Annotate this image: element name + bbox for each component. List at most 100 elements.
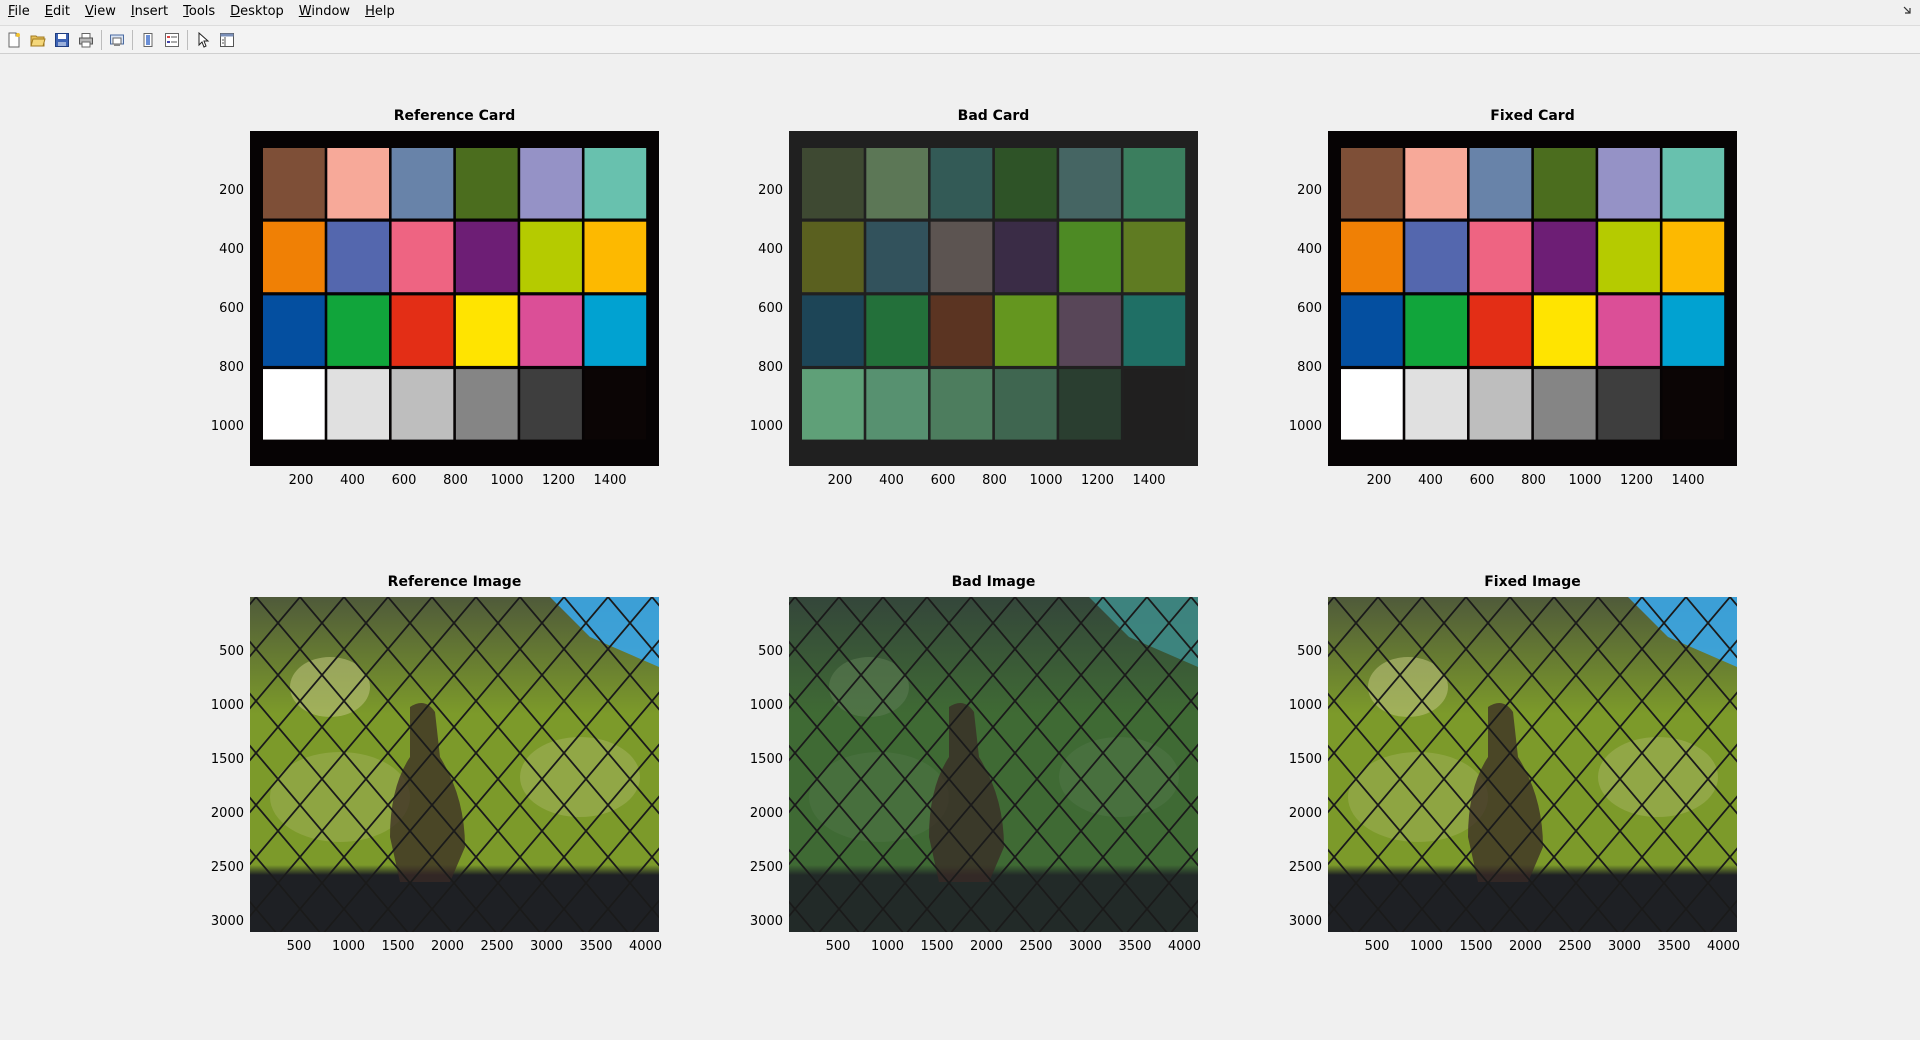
- pointer-icon[interactable]: [193, 30, 213, 50]
- menu-edit[interactable]: Edit: [37, 0, 77, 24]
- ref-card-axes[interactable]: Reference Card 200 400 600 800 1000 200 400 600 8…: [211, 108, 659, 488]
- color-patch: [994, 148, 1057, 219]
- menu-help[interactable]: Help: [357, 0, 402, 24]
- color-patch: [994, 221, 1057, 293]
- color-patch: [1341, 221, 1403, 293]
- figure-toolbar: [0, 25, 1920, 54]
- bad-image-axes[interactable]: Bad Image 500 1000 1500 2000 2500 3000 500 1000 1…: [750, 574, 1201, 954]
- menu-insert-label: Insert: [130, 4, 169, 19]
- menu-window-label: Window: [298, 4, 351, 19]
- x-tick-label: 1400: [1132, 473, 1166, 488]
- toolbar-separator: [132, 29, 133, 50]
- y-tick-label: 1500: [749, 752, 783, 767]
- x-tick-label: 4000: [1706, 939, 1741, 954]
- menu-help-label: Help: [365, 4, 395, 19]
- y-tick-label: 1000: [210, 698, 244, 713]
- color-patch: [263, 295, 325, 366]
- ref-card-title: Reference Card: [393, 108, 516, 124]
- dock-arrow-icon[interactable]: [1902, 4, 1914, 16]
- menu-desktop[interactable]: Desktop: [222, 0, 291, 24]
- y-tick-label: 600: [219, 301, 244, 316]
- menu-bar: File Edit View Insert Tools Desktop Wind…: [0, 0, 1920, 24]
- fixed-card-axes[interactable]: Fixed Card 200 400 600 800 1000 200 400 600 800 10…: [1289, 108, 1737, 488]
- color-patch: [391, 148, 454, 219]
- color-patch: [1598, 148, 1660, 219]
- color-patch: [1405, 221, 1467, 293]
- new-figure-icon[interactable]: [4, 30, 24, 50]
- color-patch: [1469, 148, 1532, 219]
- color-patch: [1405, 148, 1467, 219]
- x-tick-label: 1400: [593, 473, 627, 488]
- color-patch: [584, 221, 647, 293]
- legend-icon[interactable]: [162, 30, 182, 50]
- save-icon[interactable]: [52, 30, 72, 50]
- color-patch: [1123, 369, 1186, 440]
- open-file-icon[interactable]: [28, 30, 48, 50]
- color-patch: [866, 369, 928, 440]
- fixed-image-title: Fixed Image: [1484, 574, 1581, 590]
- y-tick-label: 200: [1297, 183, 1322, 198]
- color-patch: [1662, 221, 1725, 293]
- fixed-card-title: Fixed Card: [1490, 108, 1575, 124]
- color-patch: [327, 148, 389, 219]
- ref-image-axes[interactable]: Reference Image 500 1000 1500 2000 2500 3000 50…: [211, 574, 662, 954]
- y-tick-label: 2000: [749, 806, 783, 821]
- color-patch: [1059, 369, 1121, 440]
- x-tick-label: 1400: [1671, 473, 1705, 488]
- color-patch: [584, 369, 647, 440]
- color-patch: [1405, 369, 1467, 440]
- menu-view[interactable]: View: [77, 0, 123, 24]
- bad-card-axes[interactable]: Bad Card 200 400 600 800 1000 200 400 600 800 1000…: [750, 108, 1198, 488]
- menu-file[interactable]: File: [0, 0, 37, 24]
- color-patch: [1662, 369, 1725, 440]
- menu-file-label: File: [8, 4, 30, 19]
- print-preview-icon[interactable]: [107, 30, 127, 50]
- color-patch: [1533, 148, 1596, 219]
- y-tick-label: 1000: [1288, 698, 1322, 713]
- color-patch: [520, 221, 582, 293]
- y-tick-label: 600: [1297, 301, 1322, 316]
- fixed-card-image: [1328, 131, 1737, 466]
- y-tick-label: 500: [1297, 644, 1322, 659]
- menu-window[interactable]: Window: [291, 0, 357, 24]
- y-tick-label: 2500: [210, 860, 244, 875]
- menu-insert[interactable]: Insert: [123, 0, 175, 24]
- color-patch: [1123, 148, 1186, 219]
- color-patch: [455, 221, 518, 293]
- color-patch: [930, 221, 993, 293]
- y-tick-label: 500: [758, 644, 783, 659]
- color-patch: [1598, 295, 1660, 366]
- y-tick-label: 800: [758, 360, 783, 375]
- y-tick-label: 2500: [1288, 860, 1322, 875]
- color-patch: [1469, 369, 1532, 440]
- colorbar-icon[interactable]: [138, 30, 158, 50]
- color-patch: [1662, 148, 1725, 219]
- menu-tools[interactable]: Tools: [175, 0, 222, 24]
- color-patch: [520, 148, 582, 219]
- color-patch: [930, 148, 993, 219]
- property-inspector-icon[interactable]: [217, 30, 237, 50]
- fixed-image-image: [1328, 597, 1737, 932]
- color-patch: [802, 369, 864, 440]
- y-tick-label: 2500: [749, 860, 783, 875]
- y-tick-label: 800: [219, 360, 244, 375]
- x-tick-label: 4000: [1167, 939, 1202, 954]
- color-patch: [1405, 295, 1467, 366]
- fixed-image-axes[interactable]: Fixed Image 500 1000 1500 2000 2500 3000 500 100…: [1289, 574, 1740, 954]
- y-tick-label: 1000: [210, 419, 244, 434]
- toolbar-separator: [187, 29, 188, 50]
- color-patch: [584, 148, 647, 219]
- y-tick-label: 600: [758, 301, 783, 316]
- color-patch: [802, 148, 864, 219]
- menu-tools-label: Tools: [183, 4, 216, 19]
- color-patch: [391, 221, 454, 293]
- color-patch: [263, 148, 325, 219]
- x-tick-label: 4000: [628, 939, 663, 954]
- color-patch: [1598, 221, 1660, 293]
- color-patch: [1533, 295, 1596, 366]
- y-tick-label: 1500: [210, 752, 244, 767]
- y-tick-label: 2000: [210, 806, 244, 821]
- color-patch: [1059, 148, 1121, 219]
- color-patch: [1341, 369, 1403, 440]
- print-icon[interactable]: [76, 30, 96, 50]
